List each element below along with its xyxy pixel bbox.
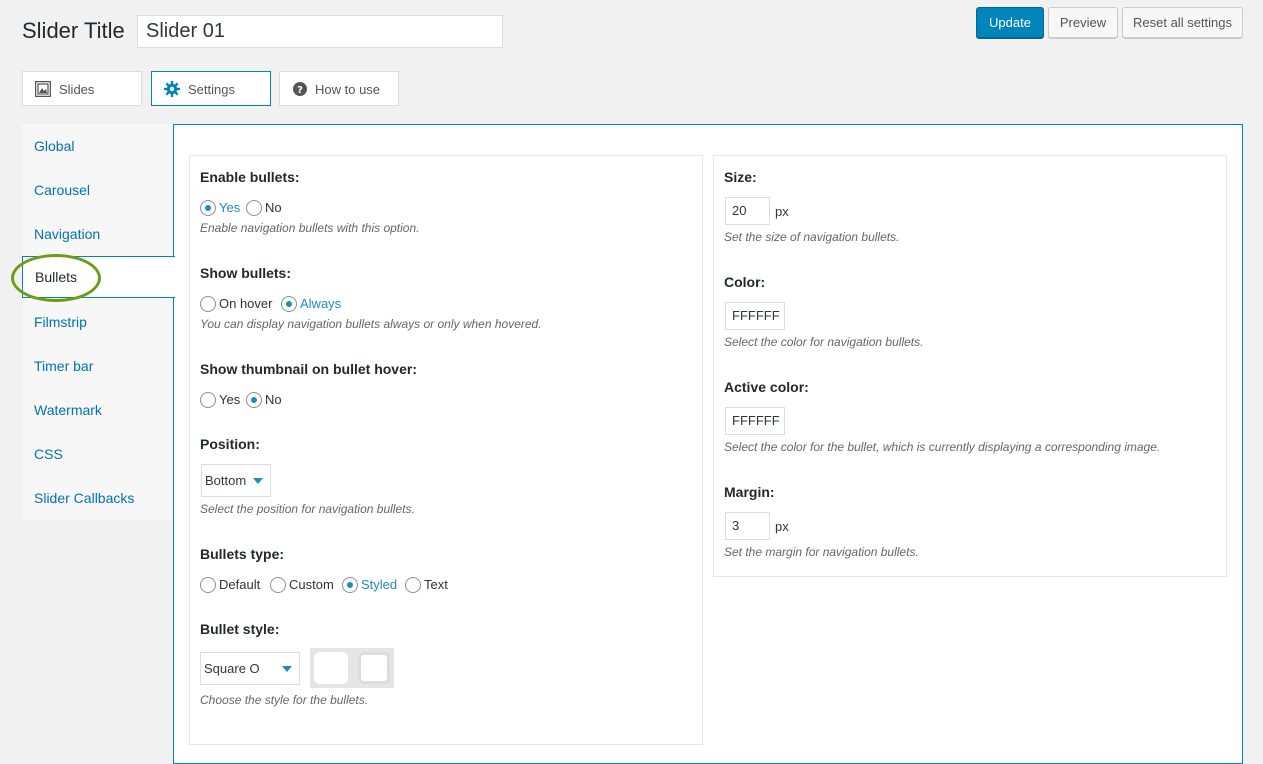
help-icon: ? [293,82,307,96]
sidebar-item-slider-callbacks[interactable]: Slider Callbacks [22,476,173,520]
size-label: Size: [724,169,757,185]
size-input[interactable]: 20 [725,197,770,225]
gear-icon [164,81,180,97]
show-thumbnail-no-radio[interactable]: No [246,391,282,408]
position-desc: Select the position for navigation bulle… [200,502,415,516]
bullet-style-desc: Choose the style for the bullets. [200,693,369,707]
show-thumbnail-yes-radio[interactable]: Yes [200,391,240,408]
position-select-value: Bottom [205,473,247,488]
enable-bullets-label: Enable bullets: [200,169,300,185]
tab-settings[interactable]: Settings [151,71,271,106]
tab-how-to-use-label: How to use [315,82,381,97]
bullet-style-select-value: Square O [204,661,260,676]
sidebar-item-filmstrip[interactable]: Filmstrip [22,300,173,344]
color-label: Color: [724,274,766,290]
reset-all-settings-button[interactable]: Reset all settings [1122,7,1243,38]
active-color-desc: Select the color for the bullet, which i… [724,440,1161,454]
active-color-label: Active color: [724,379,809,395]
bullet-style-preview [310,648,394,688]
slider-title-label: Slider Title [22,18,125,43]
slider-title-input[interactable]: Slider 01 [137,15,503,48]
position-select[interactable]: Bottom [201,464,271,497]
sidebar-item-carousel[interactable]: Carousel [22,168,173,212]
sidebar-item-bullets[interactable]: Bullets [22,256,175,298]
svg-text:?: ? [297,85,303,96]
update-button[interactable]: Update [976,7,1044,38]
show-bullets-on-hover-radio[interactable]: On hover [200,295,272,312]
show-bullets-desc: You can display navigation bullets alway… [200,317,542,331]
active-color-input[interactable]: FFFFFF [725,407,785,435]
margin-input[interactable]: 3 [725,512,770,540]
margin-desc: Set the margin for navigation bullets. [724,545,919,559]
color-input[interactable]: FFFFFF [725,302,785,330]
enable-bullets-no-radio[interactable]: No [246,199,282,216]
bullet-preview-normal [314,652,348,684]
sidebar-item-navigation[interactable]: Navigation [22,212,173,256]
margin-label: Margin: [724,484,775,500]
tab-slides[interactable]: Slides [22,71,142,106]
show-bullets-label: Show bullets: [200,265,291,281]
settings-sidebar: Global Carousel Navigation Bullets Films… [22,124,175,520]
bullets-type-styled-radio[interactable]: Styled [342,576,397,593]
tab-how-to-use[interactable]: ? How to use [279,71,399,106]
position-label: Position: [200,436,260,452]
sidebar-item-timer-bar[interactable]: Timer bar [22,344,173,388]
sidebar-item-global[interactable]: Global [22,124,173,168]
bullets-type-text-radio[interactable]: Text [405,576,448,593]
enable-bullets-yes-radio[interactable]: Yes [200,199,240,216]
tab-slides-label: Slides [59,82,95,97]
margin-unit: px [775,519,789,534]
preview-button[interactable]: Preview [1048,7,1118,38]
sidebar-item-watermark[interactable]: Watermark [22,388,173,432]
size-desc: Set the size of navigation bullets. [724,230,900,244]
show-bullets-always-radio[interactable]: Always [281,295,341,312]
bullets-type-default-radio[interactable]: Default [200,576,260,593]
bullets-type-custom-radio[interactable]: Custom [270,576,334,593]
chevron-down-icon [282,666,292,672]
size-unit: px [775,204,789,219]
bullet-style-label: Bullet style: [200,621,280,637]
bullet-preview-active [358,652,390,684]
bullet-style-select[interactable]: Square O [200,652,300,685]
sidebar-item-css[interactable]: CSS [22,432,173,476]
chevron-down-icon [253,478,263,484]
bullets-options-box-right [713,155,1227,577]
color-desc: Select the color for navigation bullets. [724,335,924,349]
bullets-type-label: Bullets type: [200,546,285,562]
slider-title-value: Slider 01 [146,20,225,42]
tab-settings-label: Settings [188,82,235,97]
enable-bullets-desc: Enable navigation bullets with this opti… [200,221,420,235]
show-thumbnail-label: Show thumbnail on bullet hover: [200,361,417,377]
gallery-icon [34,80,52,98]
